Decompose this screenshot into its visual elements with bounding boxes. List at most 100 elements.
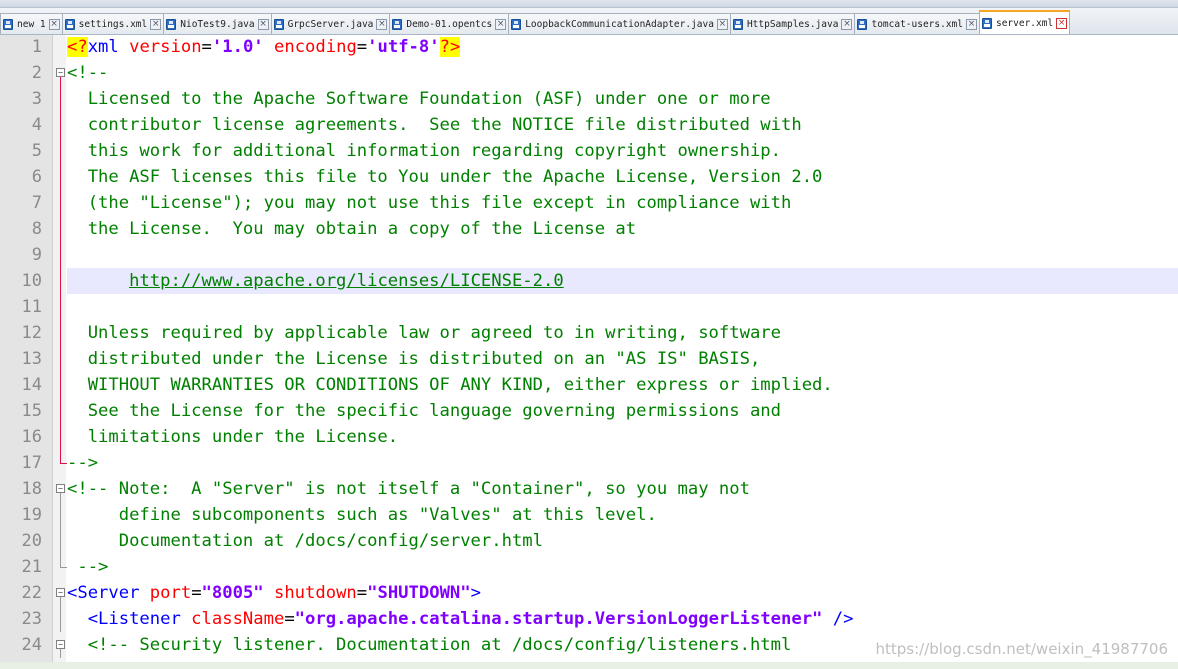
watermark-text: https://blog.csdn.net/weixin_41987706 xyxy=(875,640,1168,658)
line-number: 23 xyxy=(21,609,42,629)
code-text[interactable]: <Listener className="org.apache.catalina… xyxy=(67,606,1178,632)
tab-tomcat-users-xml[interactable]: tomcat-users.xml × xyxy=(854,13,979,34)
fold-collapse-icon[interactable]: − xyxy=(55,60,66,86)
code-token: /> xyxy=(822,609,854,629)
code-text[interactable]: <!-- Note: A "Server" is not itself a "C… xyxy=(67,476,1178,502)
fold-line-marker xyxy=(55,164,66,190)
code-token: Licensed to the Apache Software Foundati… xyxy=(67,89,771,109)
code-text[interactable]: The ASF licenses this file to You under … xyxy=(67,164,1178,190)
code-line[interactable]: 9 xyxy=(0,242,1178,268)
code-line[interactable]: 8 the License. You may obtain a copy of … xyxy=(0,216,1178,242)
code-text[interactable]: this work for additional information reg… xyxy=(67,138,1178,164)
code-token: <!-- xyxy=(67,63,109,83)
fold-collapse-icon[interactable]: − xyxy=(55,580,66,606)
code-line[interactable]: 5 this work for additional information r… xyxy=(0,138,1178,164)
code-line[interactable]: 17 --> xyxy=(0,450,1178,476)
code-text[interactable] xyxy=(67,294,1178,320)
code-text[interactable]: --> xyxy=(67,554,1178,580)
code-line[interactable]: 13 distributed under the License is dist… xyxy=(0,346,1178,372)
fold-line-marker xyxy=(55,216,66,242)
code-token: <Server xyxy=(67,583,140,603)
code-line[interactable]: 11 xyxy=(0,294,1178,320)
close-tab-icon[interactable]: × xyxy=(841,18,853,30)
code-line[interactable]: 6 The ASF licenses this file to You unde… xyxy=(0,164,1178,190)
fold-line-marker xyxy=(55,372,66,398)
tab-bar: new 1 × settings.xml × NioTest9.java × GrpcSer… xyxy=(0,8,1178,35)
close-tab-icon[interactable]: × xyxy=(257,18,269,30)
close-tab-icon[interactable]: × xyxy=(965,18,977,30)
file-saved-icon xyxy=(732,18,743,30)
line-number: 1 xyxy=(31,37,42,57)
code-text[interactable]: contributor license agreements. See the … xyxy=(67,112,1178,138)
code-line[interactable]: 10 http://www.apache.org/licenses/LICENS… xyxy=(0,268,1178,294)
code-token: = xyxy=(356,37,368,57)
code-line[interactable]: 14 WITHOUT WARRANTIES OR CONDITIONS OF A… xyxy=(0,372,1178,398)
file-saved-icon xyxy=(392,18,403,30)
code-token: WITHOUT WARRANTIES OR CONDITIONS OF ANY … xyxy=(67,375,833,395)
code-token: See the License for the specific languag… xyxy=(67,401,781,421)
close-tab-icon[interactable]: × xyxy=(48,18,60,30)
code-text[interactable]: Documentation at /docs/config/server.htm… xyxy=(67,528,1178,554)
code-line[interactable]: 4 contributor license agreements. See th… xyxy=(0,112,1178,138)
code-text[interactable]: http://www.apache.org/licenses/LICENSE-2… xyxy=(67,268,1178,294)
code-line[interactable]: 18− <!-- Note: A "Server" is not itself a… xyxy=(0,476,1178,502)
close-tab-icon[interactable]: × xyxy=(495,18,507,30)
fold-collapse-icon[interactable]: − xyxy=(55,632,66,658)
tab-httpsamples-java[interactable]: HttpSamples.java × xyxy=(729,13,855,34)
code-line[interactable]: 21 --> xyxy=(0,554,1178,580)
code-editor[interactable]: 1 <?xml version='1.0' encoding='utf-8'?> 2… xyxy=(0,35,1178,662)
code-text[interactable]: distributed under the License is distrib… xyxy=(67,346,1178,372)
close-tab-icon[interactable]: × xyxy=(150,18,162,30)
tab-loopbackcommunicationadapter-java[interactable]: LoopbackCommunicationAdapter.java × xyxy=(508,13,730,34)
code-text[interactable]: limitations under the License. xyxy=(67,424,1178,450)
code-token: distributed under the License is distrib… xyxy=(67,349,761,369)
code-text[interactable]: define subcomponents such as "Valves" at… xyxy=(67,502,1178,528)
code-line[interactable]: 12 Unless required by applicable law or … xyxy=(0,320,1178,346)
code-text[interactable]: <?xml version='1.0' encoding='utf-8'?> xyxy=(67,35,1178,60)
code-line[interactable]: 2− <!-- xyxy=(0,60,1178,86)
code-token: port xyxy=(139,583,192,603)
close-tab-icon[interactable]: × xyxy=(1056,17,1068,29)
code-line[interactable]: 22− <Server port="8005" shutdown="SHUTDOW… xyxy=(0,580,1178,606)
code-line[interactable]: 20 Documentation at /docs/config/server.… xyxy=(0,528,1178,554)
code-token: = xyxy=(201,37,212,57)
tab-settings-xml[interactable]: settings.xml × xyxy=(61,13,164,34)
line-number: 15 xyxy=(21,401,42,421)
tab-server-xml[interactable]: server.xml × xyxy=(978,10,1071,34)
code-text[interactable]: See the License for the specific languag… xyxy=(67,398,1178,424)
code-line[interactable]: 19 define subcomponents such as "Valves"… xyxy=(0,502,1178,528)
code-line[interactable]: 15 See the License for the specific lang… xyxy=(0,398,1178,424)
code-token: '1.0' xyxy=(211,37,264,57)
code-token: (the "License"); you may not use this fi… xyxy=(67,193,792,213)
fold-line-marker xyxy=(55,242,66,268)
tab-niotest9-java[interactable]: NioTest9.java × xyxy=(163,13,271,34)
code-text[interactable]: WITHOUT WARRANTIES OR CONDITIONS OF ANY … xyxy=(67,372,1178,398)
line-number: 18 xyxy=(21,479,42,499)
code-line[interactable]: 23 <Listener className="org.apache.catal… xyxy=(0,606,1178,632)
code-text[interactable] xyxy=(67,242,1178,268)
tab-label: LoopbackCommunicationAdapter.java xyxy=(525,18,714,30)
tab-demo-01-opentcs[interactable]: Demo-01.opentcs × xyxy=(389,13,509,34)
code-text[interactable]: Licensed to the Apache Software Foundati… xyxy=(67,86,1178,112)
code-text[interactable]: <Server port="8005" shutdown="SHUTDOWN"> xyxy=(67,580,1178,606)
fold-collapse-icon[interactable]: − xyxy=(55,476,66,502)
line-number: 7 xyxy=(31,193,42,213)
fold-line-marker xyxy=(55,294,66,320)
fold-empty xyxy=(55,35,66,60)
fold-line-marker xyxy=(55,502,66,528)
code-line[interactable]: 7 (the "License"); you may not use this … xyxy=(0,190,1178,216)
code-text[interactable]: the License. You may obtain a copy of th… xyxy=(67,216,1178,242)
code-line[interactable]: 16 limitations under the License. xyxy=(0,424,1178,450)
code-token: shutdown xyxy=(263,583,357,603)
code-text[interactable]: Unless required by applicable law or agr… xyxy=(67,320,1178,346)
tab-grpcserver-java[interactable]: GrpcServer.java × xyxy=(270,13,390,34)
code-line[interactable]: 3 Licensed to the Apache Software Founda… xyxy=(0,86,1178,112)
code-text[interactable]: --> xyxy=(67,450,1178,476)
close-tab-icon[interactable]: × xyxy=(376,18,388,30)
code-text[interactable]: (the "License"); you may not use this fi… xyxy=(67,190,1178,216)
fold-line-marker xyxy=(55,112,66,138)
code-line[interactable]: 1 <?xml version='1.0' encoding='utf-8'?> xyxy=(0,35,1178,60)
close-tab-icon[interactable]: × xyxy=(716,18,728,30)
code-text[interactable]: <!-- xyxy=(67,60,1178,86)
tab-new-1[interactable]: new 1 × xyxy=(0,13,62,34)
